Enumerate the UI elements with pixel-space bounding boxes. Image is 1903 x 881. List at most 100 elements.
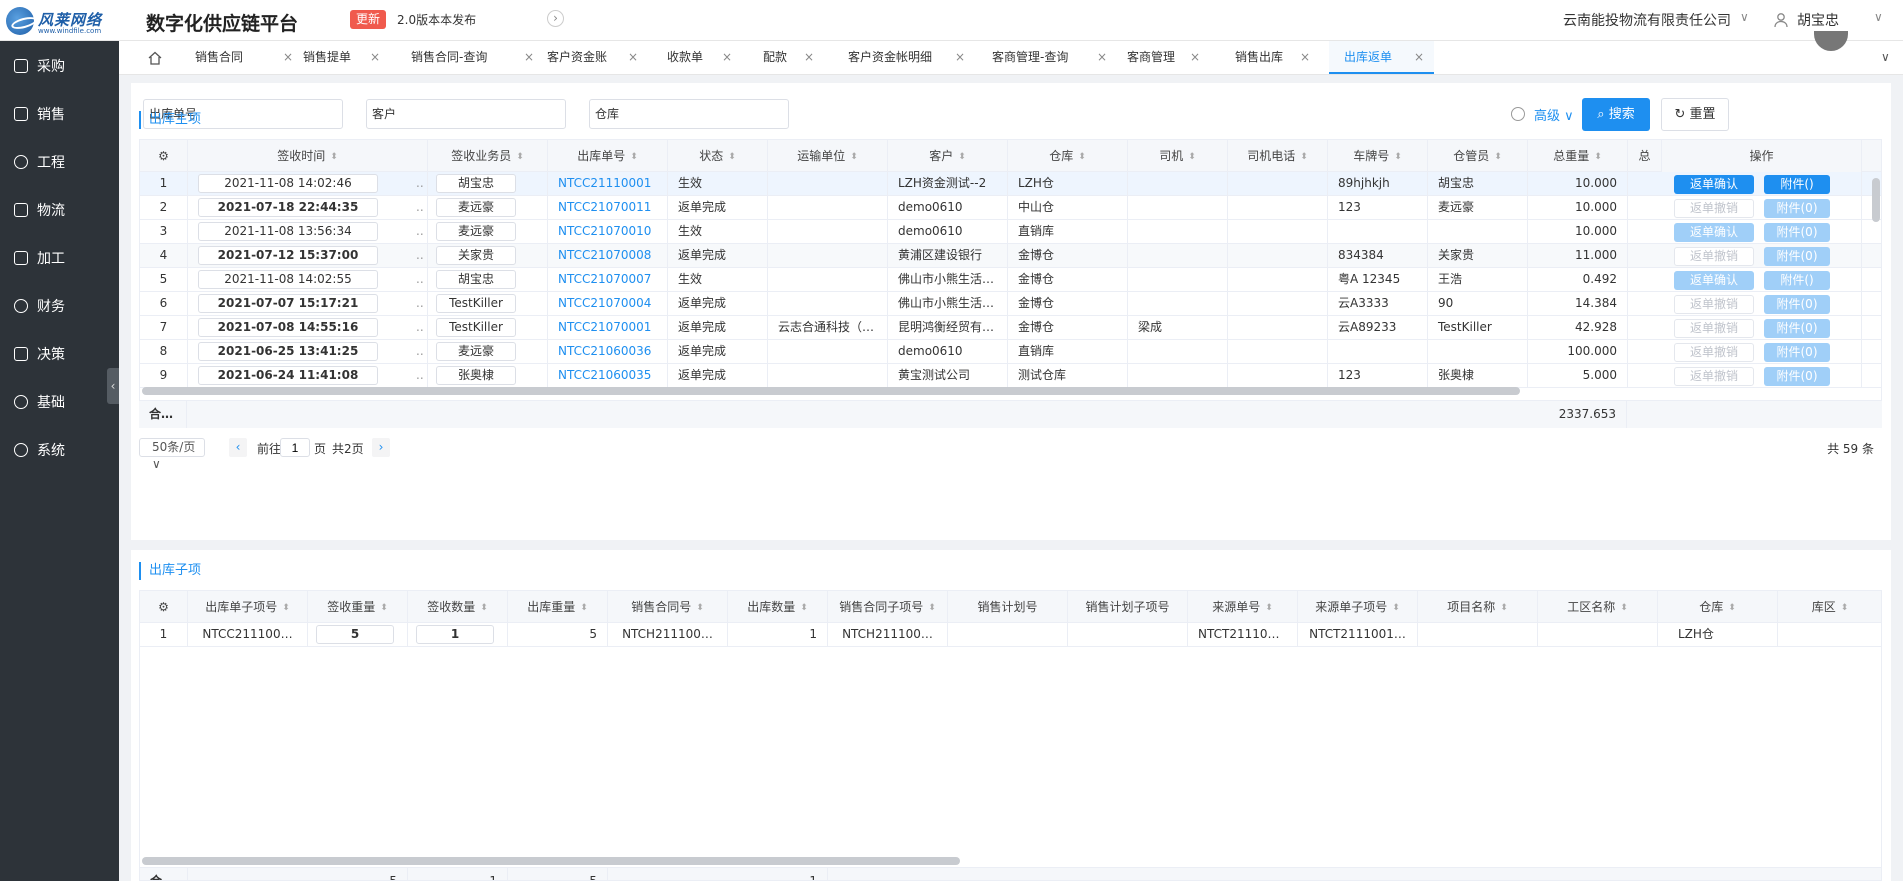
chevron-down-icon[interactable]: ∨ xyxy=(1874,10,1883,24)
attachment-button[interactable]: 附件(0) xyxy=(1764,199,1830,218)
return-confirm-button[interactable]: 返单确认 xyxy=(1674,223,1754,242)
col-source-item[interactable]: 来源单子项号 ⬍ xyxy=(1298,591,1418,623)
return-revoke-button[interactable]: 返单撤销 xyxy=(1674,295,1754,314)
close-icon[interactable]: × xyxy=(955,41,965,74)
tab-sales-bill[interactable]: 销售提单 × xyxy=(303,41,397,74)
sort-icon[interactable]: ⬍ xyxy=(928,592,936,624)
prev-page-button[interactable]: ‹ xyxy=(229,438,247,457)
col-out-qty[interactable]: 出库数量 ⬍ xyxy=(728,591,828,623)
sort-icon[interactable]: ⬍ xyxy=(1594,141,1602,173)
company-logo[interactable]: 风莱网络 www.windfile.com xyxy=(6,7,101,35)
attachment-button[interactable]: 附件() xyxy=(1764,175,1830,194)
clerk-input[interactable]: 胡宝忠 xyxy=(436,270,516,289)
return-revoke-button[interactable]: 返单撤销 xyxy=(1674,199,1754,218)
vertical-scrollbar[interactable] xyxy=(1872,178,1880,222)
tab-customer-fund[interactable]: 客户资金账 × xyxy=(547,41,638,74)
order-cell[interactable]: NTCC21070001 xyxy=(548,316,668,339)
order-cell[interactable]: NTCC21070011 xyxy=(548,196,668,219)
sidebar-item-purchase[interactable]: 采购 xyxy=(0,44,119,88)
sort-icon[interactable]: ⬍ xyxy=(1841,592,1849,624)
sidebar-item-engineering[interactable]: 工程 xyxy=(0,140,119,184)
sign-weight-input[interactable]: 5 xyxy=(316,625,394,644)
next-page-button[interactable]: › xyxy=(372,438,390,457)
attachment-button[interactable]: 附件(0) xyxy=(1764,247,1830,266)
sort-icon[interactable]: ⬍ xyxy=(380,592,388,624)
tab-receipt[interactable]: 收款单 × xyxy=(667,41,737,74)
sidebar-item-decision[interactable]: 决策 xyxy=(0,332,119,376)
return-revoke-button[interactable]: 返单撤销 xyxy=(1674,319,1754,338)
column-settings-icon[interactable]: ⚙ xyxy=(140,140,188,172)
table-row[interactable]: 4 2021-07-12 15:37:00.. 关家贵 NTCC21070008 返单完… xyxy=(140,244,1881,268)
time-input[interactable]: 2021-06-24 11:41:08 xyxy=(198,366,378,385)
search-button[interactable]: ⌕ 搜索 xyxy=(1582,98,1650,131)
order-cell[interactable]: NTCC21070004 xyxy=(548,292,668,315)
clerk-input[interactable]: 麦远豪 xyxy=(436,222,516,241)
sort-icon[interactable]: ⬍ xyxy=(1078,141,1086,173)
clerk-input[interactable]: 关家贵 xyxy=(436,246,516,265)
sort-icon[interactable]: ⬍ xyxy=(282,592,290,624)
col-out-weight[interactable]: 出库重量 ⬍ xyxy=(508,591,608,623)
col-work-area[interactable]: 工区名称 ⬍ xyxy=(1538,591,1658,623)
col-contract-no[interactable]: 销售合同号 ⬍ xyxy=(608,591,728,623)
close-icon[interactable]: × xyxy=(524,41,534,74)
close-icon[interactable]: × xyxy=(804,41,814,74)
return-revoke-button[interactable]: 返单撤销 xyxy=(1674,247,1754,266)
col-plan-no[interactable]: 销售计划号 xyxy=(948,591,1068,623)
time-input[interactable]: 2021-07-12 15:37:00 xyxy=(198,246,378,265)
col-total-weight[interactable]: 总重量 ⬍ xyxy=(1528,140,1628,172)
close-icon[interactable]: × xyxy=(370,41,380,74)
close-icon[interactable]: × xyxy=(1300,41,1310,74)
sort-icon[interactable]: ⬍ xyxy=(330,141,338,173)
order-cell[interactable]: NTCC21060036 xyxy=(548,340,668,363)
order-cell[interactable]: NTCC21060035 xyxy=(548,364,668,387)
home-icon[interactable] xyxy=(148,51,162,65)
sidebar-collapse-button[interactable]: ‹ xyxy=(107,368,119,404)
user-menu[interactable]: 胡宝忠 xyxy=(1797,10,1839,30)
clerk-input[interactable]: TestKiller xyxy=(436,318,516,337)
chevron-down-icon[interactable]: ∨ xyxy=(1740,10,1749,24)
sort-icon[interactable]: ⬍ xyxy=(580,592,588,624)
page-number-input[interactable] xyxy=(280,438,310,457)
col-warehouse[interactable]: 仓库 ⬍ xyxy=(1008,140,1128,172)
order-cell[interactable]: NTCC21070010 xyxy=(548,220,668,243)
tab-contract-query[interactable]: 销售合同-查询 × xyxy=(411,41,534,74)
close-icon[interactable]: × xyxy=(1190,41,1200,74)
clerk-input[interactable]: 张奥棣 xyxy=(436,366,516,385)
col-sign-time[interactable]: 签收时间 ⬍ xyxy=(188,140,428,172)
time-input[interactable]: 2021-11-08 14:02:46 xyxy=(198,174,378,193)
attachment-button[interactable]: 附件(0) xyxy=(1764,223,1830,242)
return-revoke-button[interactable]: 返单撤销 xyxy=(1674,367,1754,386)
sort-icon[interactable]: ⬍ xyxy=(958,141,966,173)
sort-icon[interactable]: ⬍ xyxy=(800,592,808,624)
table-row[interactable]: 3 2021-11-08 13:56:34.. 麦远豪 NTCC21070010 生效 d… xyxy=(140,220,1881,244)
attachment-button[interactable]: 附件(0) xyxy=(1764,343,1830,362)
close-icon[interactable]: × xyxy=(283,41,293,74)
return-confirm-button[interactable]: 返单确认 xyxy=(1674,175,1754,194)
col-carrier[interactable]: 运输单位 ⬍ xyxy=(768,140,888,172)
tab-fund-detail[interactable]: 客户资金帐明细 × xyxy=(848,41,968,74)
sort-icon[interactable]: ⬍ xyxy=(850,141,858,173)
tab-merchant-query[interactable]: 客商管理-查询 × xyxy=(992,41,1107,74)
tab-sales-contract[interactable]: 销售合同 × xyxy=(195,41,293,74)
col-total-other[interactable]: 总 xyxy=(1628,140,1662,172)
col-plate[interactable]: 车牌号 ⬍ xyxy=(1328,140,1428,172)
time-input[interactable]: 2021-06-25 13:41:25 xyxy=(198,342,378,361)
order-cell[interactable]: NTCC21070007 xyxy=(548,268,668,291)
close-icon[interactable]: × xyxy=(1097,41,1107,74)
col-zone[interactable]: 库区 ⬍ xyxy=(1778,591,1881,624)
clerk-input[interactable]: 胡宝忠 xyxy=(436,174,516,193)
col-driver[interactable]: 司机 ⬍ xyxy=(1128,140,1228,172)
close-icon[interactable]: × xyxy=(722,41,732,74)
table-row[interactable]: 5 2021-11-08 14:02:55.. 胡宝忠 NTCC21070007 生效佛… xyxy=(140,268,1881,292)
sort-icon[interactable]: ⬍ xyxy=(728,141,736,173)
table-row[interactable]: 1 NTCC211100… 5 1 5 NTCH211100… 1 NTCH21… xyxy=(140,623,1881,647)
order-cell[interactable]: NTCC21110001 xyxy=(548,172,668,195)
col-sub-warehouse[interactable]: 仓库 ⬍ xyxy=(1658,591,1778,623)
close-icon[interactable]: × xyxy=(628,41,638,74)
attachment-button[interactable]: 附件(0) xyxy=(1764,319,1830,338)
close-icon[interactable]: × xyxy=(1414,41,1424,74)
sort-icon[interactable]: ⬍ xyxy=(696,592,704,624)
col-item-no[interactable]: 出库单子项号 ⬍ xyxy=(188,591,308,623)
column-settings-icon[interactable]: ⚙ xyxy=(140,591,188,623)
settings-icon[interactable] xyxy=(1511,107,1525,121)
